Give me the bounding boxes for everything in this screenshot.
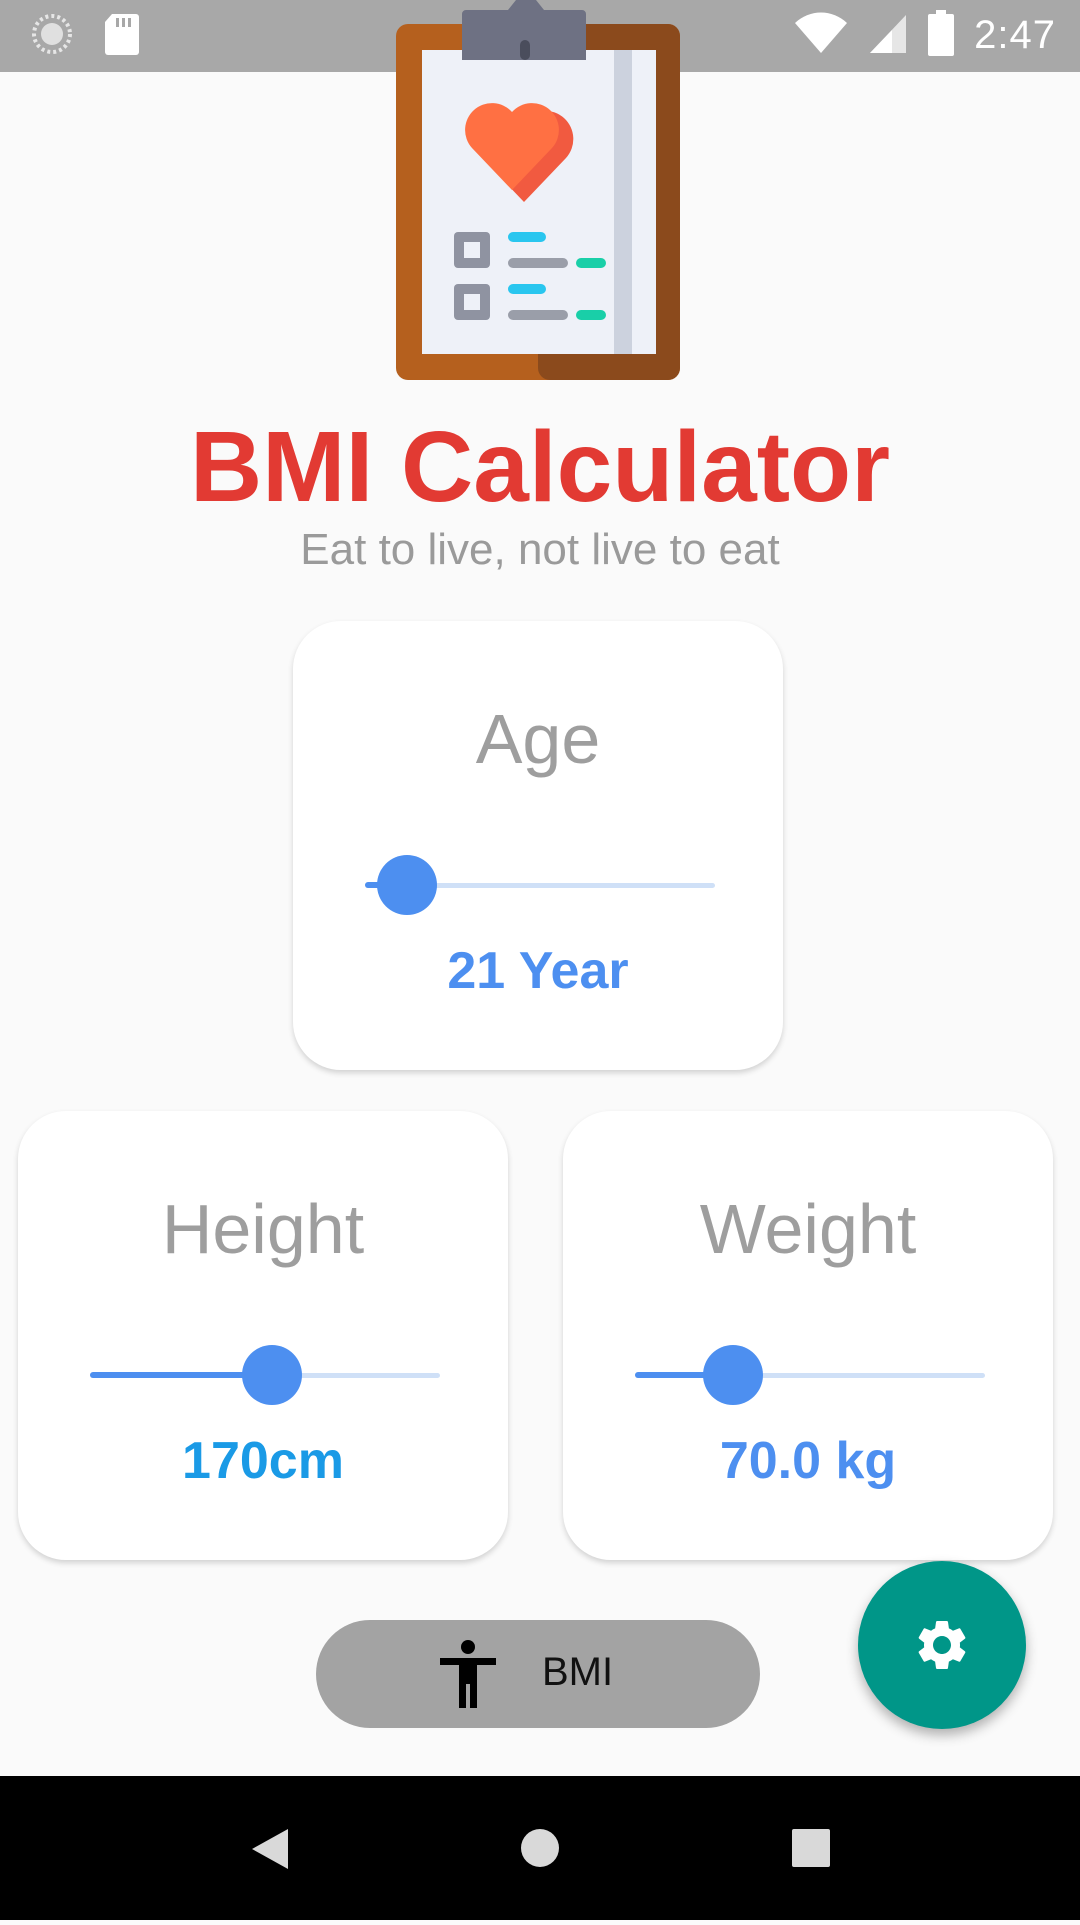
navigation-bar — [0, 1776, 1080, 1920]
age-label: Age — [475, 700, 601, 778]
weight-slider-thumb[interactable] — [703, 1345, 763, 1405]
wifi-icon — [794, 11, 848, 60]
page-subtitle: Eat to live, not live to eat — [300, 525, 780, 574]
height-label: Height — [161, 1190, 365, 1268]
loading-icon — [30, 12, 74, 61]
bmi-button[interactable]: BMI — [316, 1620, 760, 1728]
home-icon[interactable] — [520, 1776, 560, 1920]
back-icon[interactable] — [250, 1776, 290, 1920]
accessibility-icon — [440, 1640, 496, 1713]
sd-card-icon — [104, 12, 140, 61]
clipboard-heart-icon — [392, 0, 684, 390]
bmi-button-label: BMI — [542, 1650, 614, 1694]
age-slider-thumb[interactable] — [377, 855, 437, 915]
status-time: 2:47 — [974, 13, 1056, 57]
weight-card: Weight 70.0 kg — [563, 1111, 1053, 1560]
weight-label: Weight — [699, 1190, 917, 1268]
settings-icon — [918, 1621, 966, 1669]
battery-icon — [928, 10, 955, 61]
signal-icon — [868, 11, 908, 60]
height-card: Height 170cm — [18, 1111, 508, 1560]
height-slider-thumb[interactable] — [242, 1345, 302, 1405]
weight-value: 70.0 kg — [719, 1432, 897, 1490]
age-card: Age 21 Year — [293, 621, 783, 1070]
age-value: 21 Year — [447, 942, 629, 1000]
page-title: BMI Calculator — [189, 411, 891, 523]
height-value: 170cm — [182, 1432, 344, 1490]
height-slider[interactable] — [90, 1345, 440, 1405]
recents-icon[interactable] — [792, 1776, 830, 1920]
age-slider[interactable] — [365, 855, 715, 915]
weight-slider[interactable] — [635, 1345, 985, 1405]
settings-fab[interactable] — [858, 1561, 1026, 1729]
